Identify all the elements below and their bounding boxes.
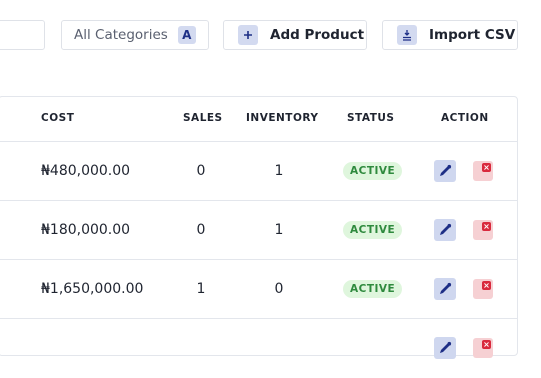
inventory-cell: 1 bbox=[274, 163, 284, 179]
edit-button[interactable] bbox=[434, 337, 456, 359]
close-icon: × bbox=[482, 281, 491, 290]
delete-button[interactable]: × bbox=[473, 161, 493, 181]
delete-button[interactable]: × bbox=[473, 279, 493, 299]
add-product-label: Add Product bbox=[270, 27, 365, 43]
column-header-cost[interactable]: COST bbox=[41, 112, 74, 124]
edit-button[interactable] bbox=[434, 278, 456, 300]
add-product-button[interactable]: Add Product bbox=[223, 20, 367, 50]
sales-cell: 1 bbox=[196, 281, 206, 297]
cost-cell: ₦180,000.00 bbox=[41, 222, 131, 238]
plus-icon bbox=[238, 25, 258, 45]
category-filter-select[interactable]: All Categories A bbox=[61, 20, 209, 50]
column-header-sales[interactable]: SALES bbox=[183, 112, 223, 124]
sales-cell: 0 bbox=[196, 163, 206, 179]
pencil-icon bbox=[440, 341, 452, 353]
status-badge: ACTIVE bbox=[343, 280, 403, 298]
table-header: COST SALES INVENTORY STATUS ACTION bbox=[0, 97, 517, 142]
column-header-action: ACTION bbox=[441, 112, 489, 124]
delete-button[interactable]: × bbox=[473, 338, 493, 358]
column-header-status[interactable]: STATUS bbox=[347, 112, 394, 124]
category-letter-badge: A bbox=[177, 26, 196, 44]
cost-cell: ₦480,000.00 bbox=[41, 163, 131, 179]
import-csv-label: Import CSV bbox=[429, 27, 516, 43]
inventory-cell: 0 bbox=[274, 281, 284, 297]
search-input[interactable] bbox=[0, 20, 45, 50]
table-row: ₦1,650,000.00 1 0 ACTIVE × bbox=[0, 260, 517, 319]
column-header-inventory[interactable]: INVENTORY bbox=[246, 112, 318, 124]
import-icon bbox=[397, 25, 417, 45]
pencil-icon bbox=[440, 282, 452, 294]
status-badge: ACTIVE bbox=[343, 162, 403, 180]
pencil-icon bbox=[440, 223, 452, 235]
table-row: × bbox=[0, 319, 517, 378]
category-filter-label: All Categories bbox=[74, 27, 168, 43]
close-icon: × bbox=[482, 222, 491, 231]
status-badge: ACTIVE bbox=[343, 221, 403, 239]
cost-cell: ₦1,650,000.00 bbox=[41, 281, 144, 297]
edit-button[interactable] bbox=[434, 219, 456, 241]
close-icon: × bbox=[482, 340, 491, 349]
products-table: COST SALES INVENTORY STATUS ACTION ₦480,… bbox=[0, 96, 518, 359]
close-icon: × bbox=[482, 163, 491, 172]
inventory-cell: 1 bbox=[274, 222, 284, 238]
delete-button[interactable]: × bbox=[473, 220, 493, 240]
pencil-icon bbox=[440, 164, 452, 176]
table-row: ₦480,000.00 0 1 ACTIVE × bbox=[0, 142, 517, 201]
import-csv-button[interactable]: Import CSV bbox=[382, 20, 518, 50]
table-row: ₦180,000.00 0 1 ACTIVE × bbox=[0, 201, 517, 260]
sales-cell: 0 bbox=[196, 222, 206, 238]
edit-button[interactable] bbox=[434, 160, 456, 182]
